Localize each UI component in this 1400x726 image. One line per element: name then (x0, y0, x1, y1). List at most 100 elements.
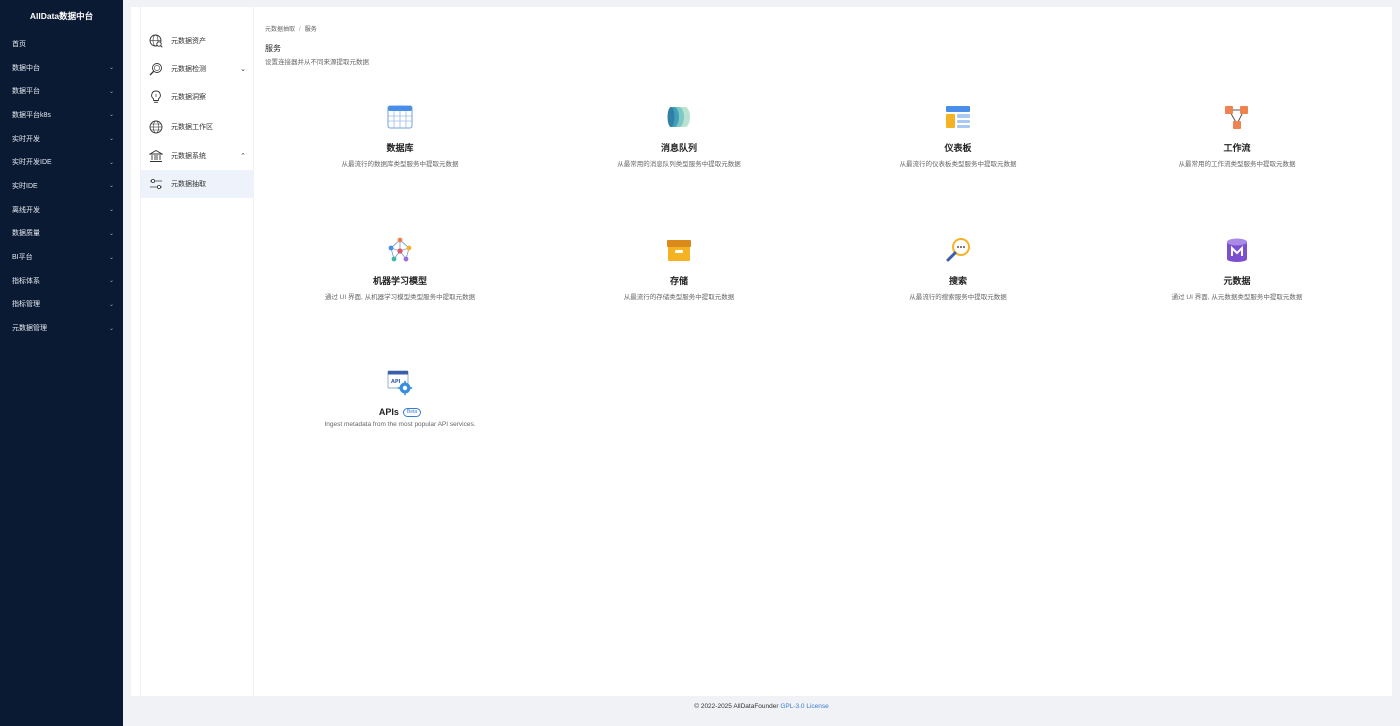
service-card-desc: 从最常用的工作流类型服务中提取元数据 (1178, 161, 1296, 168)
sidebar-item-metadata-management[interactable]: 元数据管理 ⌄ (0, 316, 123, 340)
service-card-search[interactable]: 搜索 从最流行的搜索服务中提取元数据 (823, 236, 1093, 301)
breadcrumb-current: 服务 (304, 27, 317, 33)
lightbulb-icon (149, 90, 163, 104)
footer-copyright: © 2022-2025 AllDataFounder (694, 703, 779, 710)
message-queue-icon (665, 103, 693, 131)
sidebar-item-label: 实时开发 (12, 135, 40, 143)
service-card-title: 消息队列 (544, 141, 814, 154)
service-card-storage[interactable]: 存储 从最流行的存储类型服务中提取元数据 (544, 236, 814, 301)
service-card-dashboard[interactable]: 仪表板 从最流行的仪表板类型服务中提取元数据 (823, 103, 1093, 168)
sidebar-item-label: 实时开发IDE (12, 159, 52, 167)
breadcrumb-parent-link[interactable]: 元数据抽取 (265, 27, 295, 33)
sidebar-item-data-platform-k8s[interactable]: 数据平台k8s ⌄ (0, 103, 123, 127)
sidebar-item-metric-management[interactable]: 指标管理 ⌄ (0, 293, 123, 317)
chevron-down-icon: ⌄ (108, 207, 114, 214)
sliders-icon (149, 177, 163, 191)
service-card-title: 存储 (544, 274, 814, 287)
sidebar-item-offline-dev[interactable]: 离线开发 ⌄ (0, 198, 123, 222)
storage-box-icon (665, 236, 693, 264)
sidebar-item-label: 实时IDE (12, 182, 38, 190)
sidebar-item-data-platform[interactable]: 数据平台 ⌄ (0, 79, 123, 103)
metadata-db-icon (1223, 236, 1251, 264)
service-card-title-text: 搜索 (948, 276, 967, 286)
service-card-desc: 从最流行的存储类型服务中提取元数据 (623, 294, 735, 301)
services-content: 元数据抽取 / 服务 服务 设置连接器并从不同来源提取元数据 数据库 从最流行的数据… (265, 7, 1392, 696)
service-card-message-queue[interactable]: 消息队列 从最常用的消息队列类型服务中提取元数据 (544, 103, 814, 168)
database-table-icon (386, 103, 414, 131)
workflow-icon (1223, 103, 1251, 131)
chevron-down-icon: ⌄ (108, 159, 114, 166)
chevron-down-icon: ⌄ (108, 88, 114, 95)
service-card-workflow[interactable]: 工作流 从最常用的工作流类型服务中提取元数据 (1102, 103, 1372, 168)
service-card-title-text: 仪表板 (944, 143, 972, 153)
sidebar-item-data-center[interactable]: 数据中台 ⌄ (0, 56, 123, 80)
page-title: 服务 (265, 44, 281, 53)
service-card-metadata[interactable]: 元数据 通过 UI 界面, 从元数据类型服务中提取元数据 (1102, 236, 1372, 301)
sidebar-item-realtime-dev[interactable]: 实时开发 ⌄ (0, 127, 123, 151)
sidebar-item-metric-system[interactable]: 指标体系 ⌄ (0, 269, 123, 293)
footer: © 2022-2025 AllDataFounder GPL-3.0 Licen… (131, 703, 1392, 710)
beta-badge: Beta (402, 407, 422, 417)
sidebar-item-label: 数据中台 (12, 64, 40, 72)
service-card-title-text: APIs (378, 407, 399, 417)
service-card-desc: 从最流行的搜索服务中提取元数据 (909, 294, 1007, 301)
bank-icon (149, 149, 163, 163)
service-card-ml-model[interactable]: 机器学习模型 通过 UI 界面, 从机器学习模型类型服务中提取元数据 (265, 236, 535, 301)
chevron-down-icon: ⌄ (108, 325, 114, 332)
service-card-database[interactable]: 数据库 从最流行的数据库类型服务中提取元数据 (265, 103, 535, 168)
service-card-title: 工作流 (1102, 141, 1372, 154)
app-brand: AllData数据中台 (29, 11, 94, 21)
api-gear-icon: API (386, 369, 414, 397)
sidebar-item-label: 元数据管理 (12, 325, 47, 333)
submenu-item-label: 元数据工作区 (171, 124, 213, 131)
sidebar-item-realtime-dev-ide[interactable]: 实时开发IDE ⌄ (0, 150, 123, 174)
chevron-down-icon: ⌄ (108, 278, 114, 285)
footer-license-link[interactable]: GPL-3.0 License (780, 703, 828, 710)
chevron-down-icon: ⌄ (108, 254, 114, 261)
sidebar-item-bi-platform[interactable]: BI平台 ⌄ (0, 245, 123, 269)
service-card-desc: 通过 UI 界面, 从元数据类型服务中提取元数据 (1171, 294, 1303, 301)
service-card-title-text: 工作流 (1223, 143, 1251, 153)
submenu-item-metadata-insight[interactable]: 元数据洞察 (141, 83, 254, 111)
sidebar-item-label: 数据平台k8s (12, 111, 51, 119)
chevron-down-icon: ⌄ (108, 136, 114, 143)
service-card-title: 元数据 (1102, 274, 1372, 287)
submenu-item-metadata-extraction[interactable]: 元数据抽取 (141, 170, 254, 198)
chevron-down-icon: ⌄ (108, 112, 114, 119)
service-card-desc: 从最常用的消息队列类型服务中提取元数据 (617, 161, 741, 168)
sidebar-item-label: BI平台 (12, 254, 33, 262)
sidebar-item-home[interactable]: 首页 (0, 32, 123, 56)
chevron-up-icon: ⌃ (240, 153, 246, 160)
breadcrumb: 元数据抽取 / 服务 (265, 24, 317, 33)
page-subtitle: 设置连接器并从不同来源提取元数据 (265, 59, 369, 66)
chevron-down-icon: ⌄ (108, 230, 114, 237)
service-card-title: 搜索 (823, 274, 1093, 287)
submenu-item-metadata-workspace[interactable]: 元数据工作区 (141, 113, 254, 141)
submenu-item-label: 元数据资产 (171, 38, 206, 45)
sidebar-item-label: 数据平台 (12, 88, 40, 96)
main-panel: 元数据资产 元数据检测 ⌄ 元数据洞察 元数据工作区 元数据系统 ⌃ 元数据抽取… (131, 7, 1392, 696)
service-card-title: 仪表板 (823, 141, 1093, 154)
service-card-desc: Ingest metadata from the most popular AP… (324, 421, 476, 428)
metadata-submenu: 元数据资产 元数据检测 ⌄ 元数据洞察 元数据工作区 元数据系统 ⌃ 元数据抽取 (140, 7, 254, 696)
service-card-apis[interactable]: API APIs Beta Ingest metadata from the mo… (265, 369, 535, 428)
dashboard-icon (944, 103, 972, 131)
search-service-icon (944, 236, 972, 264)
service-card-title: 数据库 (265, 141, 535, 154)
submenu-item-metadata-system[interactable]: 元数据系统 ⌃ (141, 142, 254, 170)
breadcrumb-separator: / (299, 27, 301, 33)
globe-icon (149, 120, 163, 134)
sidebar-item-realtime-ide[interactable]: 实时IDE ⌄ (0, 174, 123, 198)
service-card-desc: 通过 UI 界面, 从机器学习模型类型服务中提取元数据 (324, 294, 476, 301)
globe-search-icon (149, 34, 163, 48)
service-card-desc: 从最流行的数据库类型服务中提取元数据 (341, 161, 459, 168)
submenu-item-metadata-detection[interactable]: 元数据检测 ⌄ (141, 55, 254, 83)
service-card-title-text: 机器学习模型 (372, 276, 427, 286)
sidebar-item-label: 离线开发 (12, 206, 40, 214)
chevron-down-icon: ⌄ (108, 301, 114, 308)
submenu-item-label: 元数据抽取 (171, 181, 206, 188)
submenu-item-metadata-assets[interactable]: 元数据资产 (141, 27, 254, 55)
main-sidebar: AllData数据中台 首页 数据中台 ⌄ 数据平台 ⌄ 数据平台k8s ⌄ 实时开发… (0, 0, 123, 726)
chevron-down-icon: ⌄ (108, 65, 114, 72)
sidebar-item-data-quality[interactable]: 数据质量 ⌄ (0, 222, 123, 246)
